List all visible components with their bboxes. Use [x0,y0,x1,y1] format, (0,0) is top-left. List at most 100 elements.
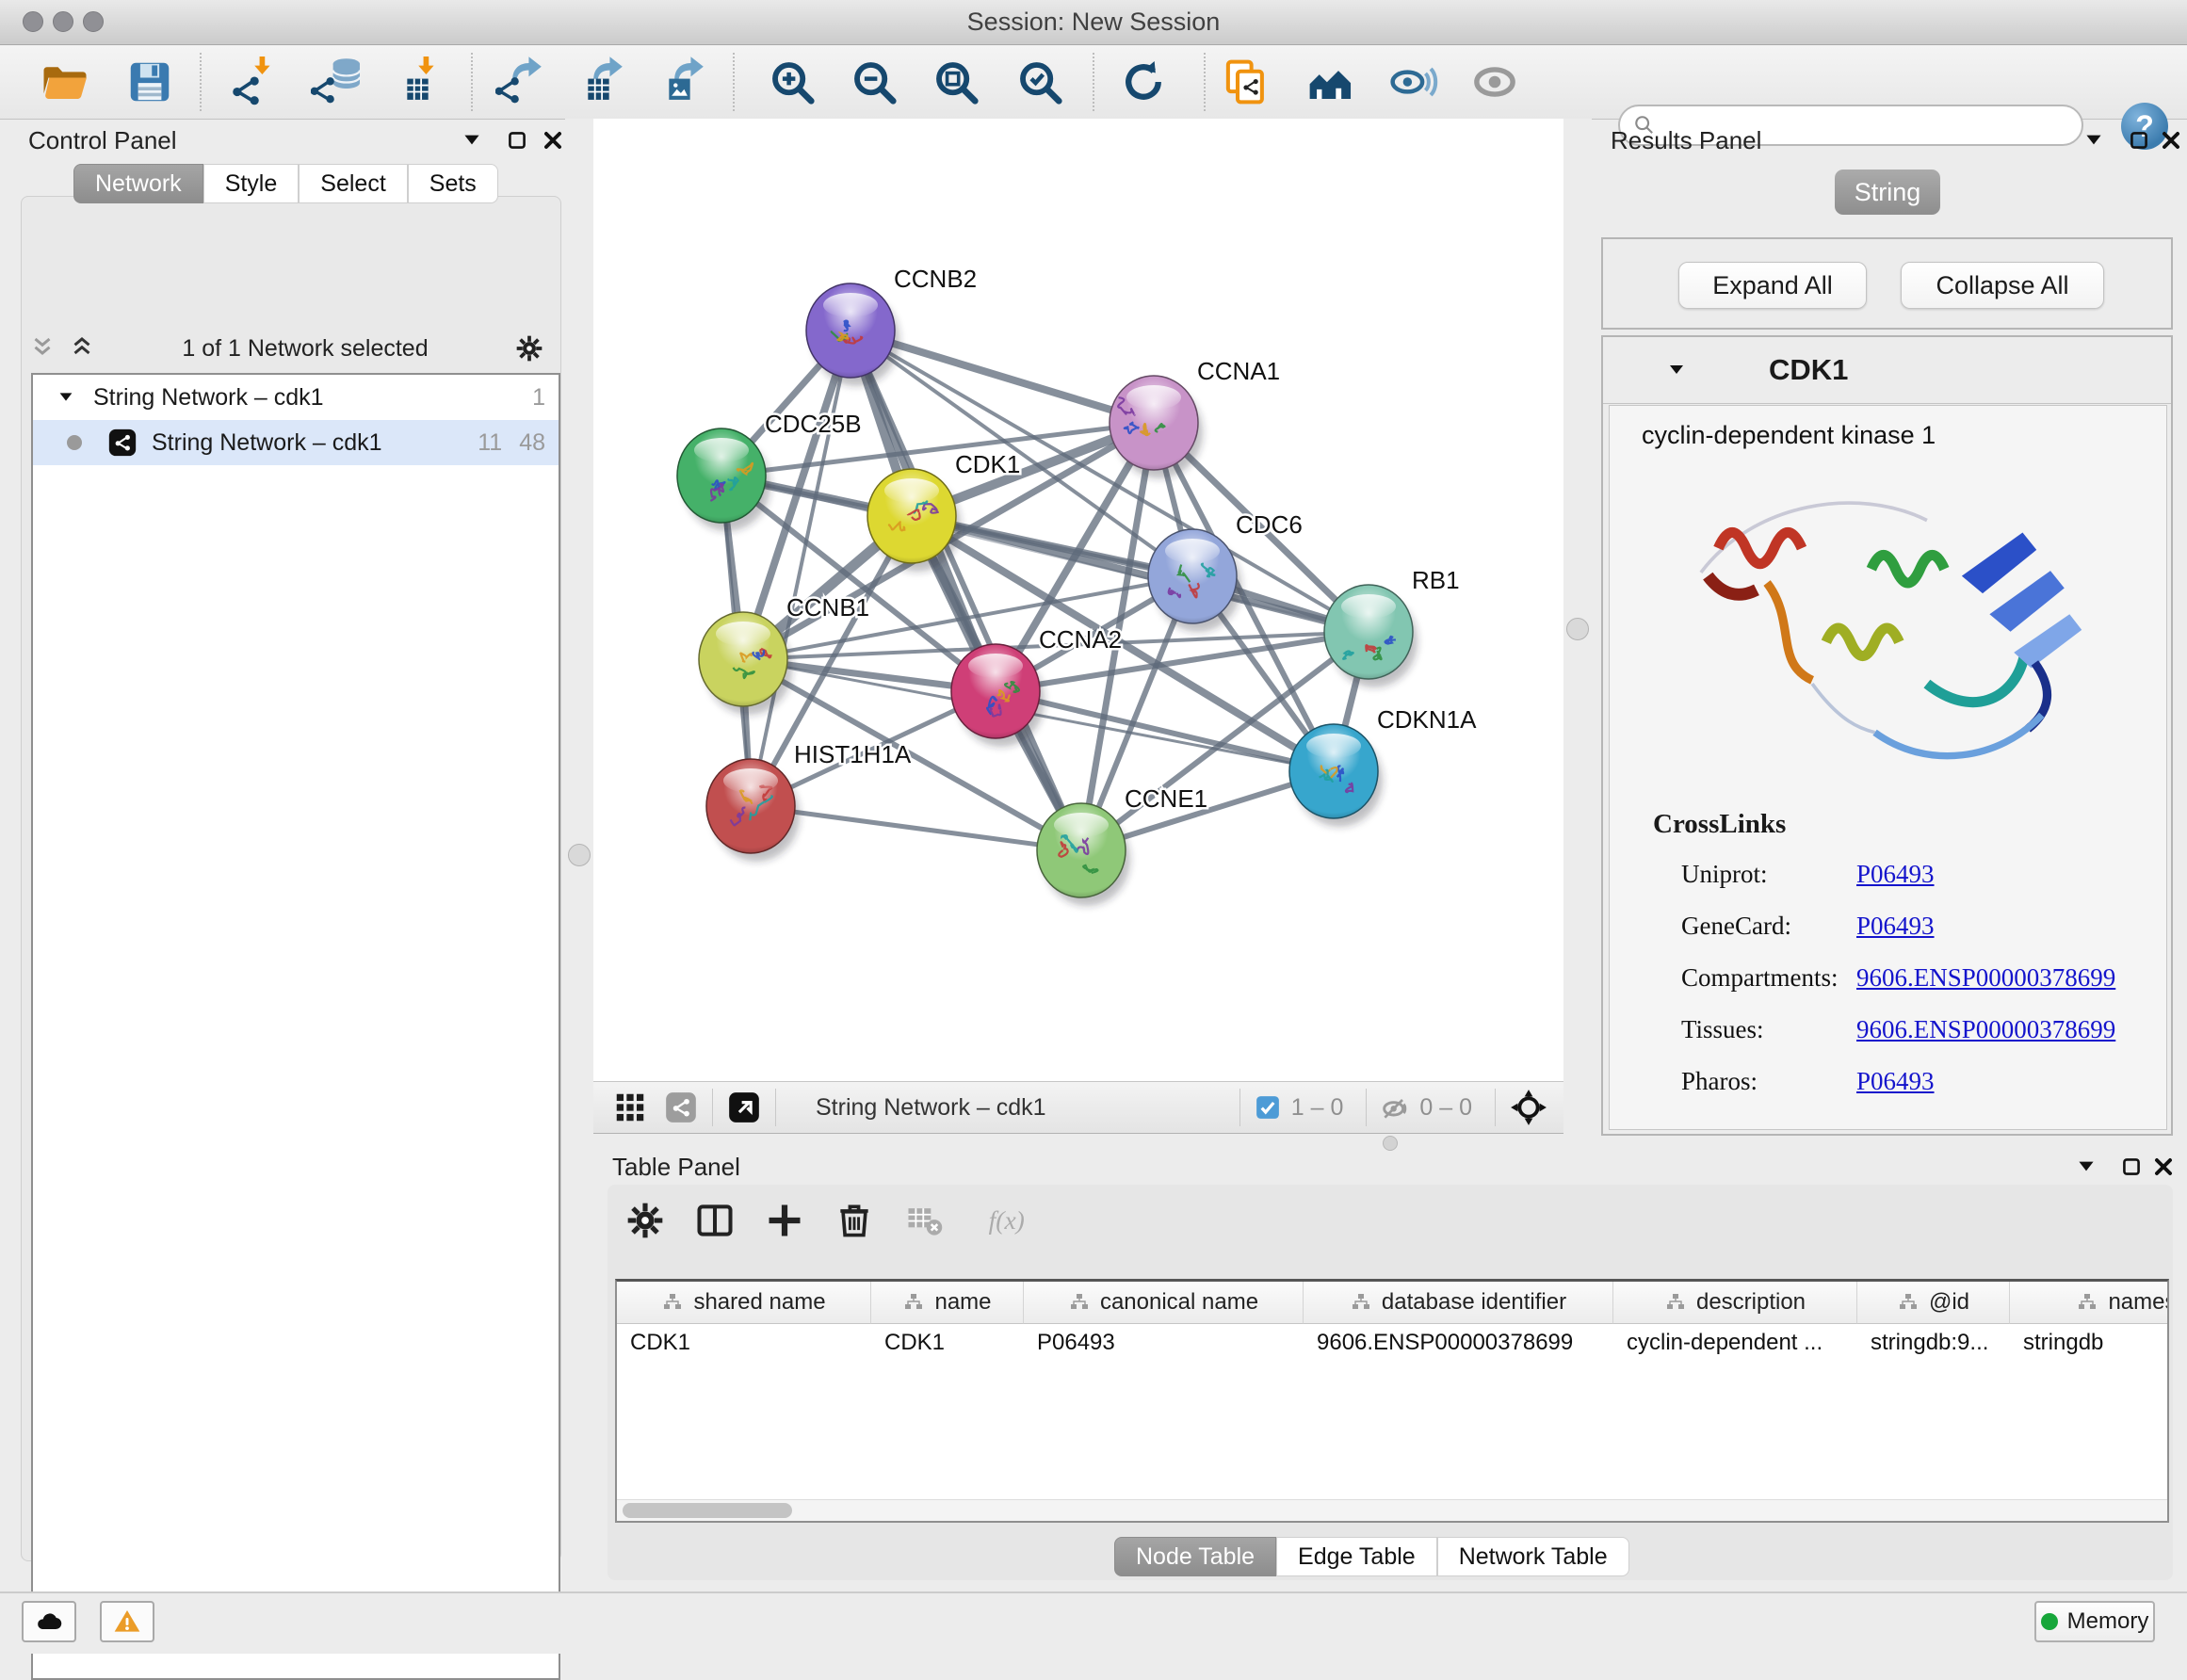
table-options-gear-icon[interactable] [624,1200,666,1241]
import-table-file-icon[interactable] [396,57,446,107]
cell-name[interactable]: CDK1 [871,1324,1024,1362]
import-network-database-icon[interactable] [311,57,362,107]
tab-edge-table[interactable]: Edge Table [1276,1537,1437,1576]
network-row[interactable]: String Network – cdk1 11 48 [33,420,559,465]
add-column-icon[interactable] [764,1200,805,1241]
expand-all-button[interactable]: Expand All [1678,262,1867,309]
houses-icon[interactable] [1304,57,1355,107]
column-header[interactable]: name [871,1282,1024,1324]
column-header[interactable]: canonical name [1024,1282,1304,1324]
cell-description[interactable]: cyclin-dependent ... [1613,1324,1857,1362]
network-edge[interactable] [850,331,1081,850]
crosslink-link[interactable]: P06493 [1856,860,1935,889]
cell-database-identifier[interactable]: 9606.ENSP00000378699 [1304,1324,1613,1362]
cell-shared-name[interactable]: CDK1 [617,1324,871,1362]
panel-float-icon[interactable] [2119,1155,2144,1179]
panel-close-icon[interactable] [2159,128,2183,153]
network-edge[interactable] [751,806,1081,850]
node-label: CDK1 [955,450,1020,478]
panel-close-icon[interactable] [541,128,565,153]
string-view-icon[interactable] [663,1090,699,1125]
network-node[interactable]: HIST1H1A [706,740,912,862]
zoom-fit-icon[interactable] [931,57,981,107]
tab-network-table[interactable]: Network Table [1437,1537,1629,1576]
birds-eye-view-icon[interactable] [726,1090,762,1125]
table-row[interactable]: CDK1 CDK1 P06493 9606.ENSP00000378699 cy… [617,1324,2167,1362]
panel-collapse-icon[interactable] [2082,128,2106,153]
eye-waves-icon[interactable] [1387,57,1438,107]
share-document-icon[interactable] [1221,57,1272,107]
network-node[interactable]: CDC6 [1148,510,1303,632]
cell-canonical-name[interactable]: P06493 [1024,1324,1304,1362]
crosslink-label: GeneCard: [1681,912,1791,941]
export-network-icon[interactable] [495,57,546,107]
tab-style[interactable]: Style [203,164,300,203]
collapse-all-button[interactable]: Collapse All [1901,262,2104,309]
panel-float-icon[interactable] [505,128,529,153]
network-canvas[interactable]: CCNB2CCNA1CDC25BCDK1CDC6RB1CCNB1CCNA2CDK… [593,119,1563,1081]
crosslink-link[interactable]: P06493 [1856,1067,1935,1096]
column-header[interactable]: namespace [2010,1282,2169,1324]
warning-button[interactable] [100,1601,154,1642]
hidden-eye-icon[interactable] [1380,1092,1410,1123]
tree-expander-icon[interactable] [56,387,76,408]
grid-view-icon[interactable] [612,1090,648,1125]
delete-column-icon[interactable] [834,1200,875,1241]
cloud-button[interactable] [22,1601,76,1642]
left-splitter[interactable] [565,119,593,1563]
network-node[interactable]: RB1 [1324,566,1460,687]
memory-button[interactable]: Memory [2034,1601,2155,1642]
panel-close-icon[interactable] [2151,1155,2176,1179]
left-splitter-handle[interactable] [568,844,591,866]
tab-string[interactable]: String [1835,170,1940,215]
selected-checkbox-icon[interactable] [1254,1093,1282,1122]
save-session-icon[interactable] [124,57,175,107]
open-session-icon[interactable] [40,57,90,107]
crosslink-link[interactable]: 9606.ENSP00000378699 [1856,1015,2115,1044]
zoom-out-icon[interactable] [849,57,899,107]
cell-id[interactable]: stringdb:9... [1857,1324,2010,1362]
table-horizontal-scrollbar[interactable] [617,1499,2167,1521]
crosslink-link[interactable]: 9606.ENSP00000378699 [1856,963,2115,993]
horizontal-splitter-handle[interactable] [1383,1136,1398,1151]
gene-section-header[interactable]: CDK1 [1603,337,2171,404]
delete-table-icon [903,1200,945,1241]
crosshair-icon[interactable] [1509,1088,1548,1127]
crosslink-link[interactable]: P06493 [1856,912,1935,941]
node-label: CCNB2 [894,265,977,293]
refresh-icon[interactable] [1118,57,1169,107]
export-table-icon[interactable] [576,57,627,107]
network-collection-row[interactable]: String Network – cdk1 1 [33,375,559,420]
column-header[interactable]: shared name [617,1282,871,1324]
column-header[interactable]: description [1613,1282,1857,1324]
network-node[interactable]: CCNB2 [806,265,977,386]
panel-float-icon[interactable] [2127,128,2151,153]
collapse-all-networks-icon[interactable] [28,334,57,363]
tab-sets[interactable]: Sets [408,164,498,203]
zoom-selected-icon[interactable] [1014,57,1065,107]
collection-count: 1 [532,384,545,412]
show-columns-icon[interactable] [694,1200,736,1241]
network-node[interactable]: CDKN1A [1289,705,1477,827]
import-network-file-icon[interactable] [232,57,283,107]
export-image-icon[interactable] [657,57,708,107]
tab-network[interactable]: Network [73,164,203,203]
expand-all-networks-icon[interactable] [68,334,96,363]
right-splitter[interactable] [1563,119,1592,1145]
net-toolbar-separator [1495,1089,1496,1126]
column-header[interactable]: database identifier [1304,1282,1613,1324]
scrollbar-thumb[interactable] [623,1503,792,1518]
hierarchy-icon [1350,1291,1372,1314]
tab-node-table[interactable]: Node Table [1114,1537,1276,1576]
column-header[interactable]: @id [1857,1282,2010,1324]
cell-namespace[interactable]: stringdb [2010,1324,2169,1362]
section-expander-icon[interactable] [1665,359,1688,381]
panel-collapse-icon[interactable] [2074,1155,2098,1179]
tab-select[interactable]: Select [299,164,407,203]
right-splitter-handle[interactable] [1566,618,1589,640]
zoom-in-icon[interactable] [767,57,818,107]
panel-collapse-icon[interactable] [460,128,484,153]
hierarchy-icon [1068,1291,1091,1314]
eye-icon[interactable] [1469,57,1520,107]
network-options-gear-icon[interactable] [514,333,544,363]
